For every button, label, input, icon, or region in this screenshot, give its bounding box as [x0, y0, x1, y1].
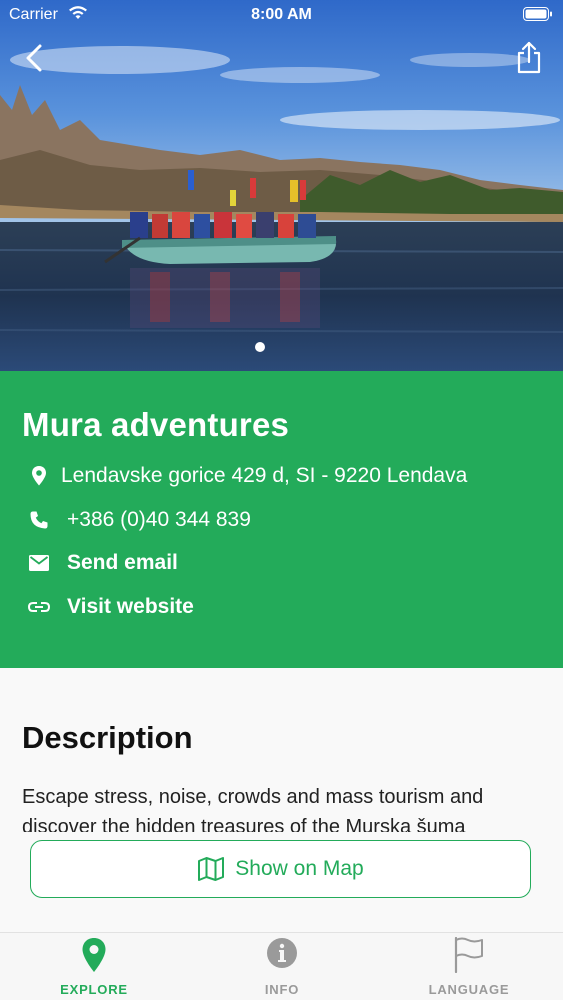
tab-language-label: LANGUAGE [428, 982, 510, 997]
place-title: Mura adventures [22, 406, 290, 443]
chevron-left-icon [26, 44, 42, 72]
show-on-map-label: Show on Map [235, 857, 364, 880]
back-button[interactable] [18, 40, 54, 76]
carousel-page-dot[interactable] [255, 342, 265, 352]
location-pin-icon [28, 465, 50, 487]
pin-icon [82, 938, 106, 972]
phone-row[interactable]: +386 (0)40 344 839 [28, 505, 251, 535]
description-text: Escape stress, noise, crowds and mass to… [22, 786, 484, 832]
hero-image-carousel[interactable]: Carrier 8:00 AM [0, 0, 563, 371]
map-icon [197, 855, 225, 883]
share-button[interactable] [511, 40, 547, 76]
mail-icon [28, 552, 50, 574]
flag-icon [454, 937, 483, 973]
description-heading: Description [22, 720, 193, 755]
phone-number: +386 (0)40 344 839 [67, 508, 251, 531]
tab-explore-label: EXPLORE [60, 982, 128, 997]
show-on-map-button[interactable]: Show on Map [30, 840, 531, 898]
battery-icon [523, 7, 552, 21]
address-text: Lendavske gorice 429 d, SI - 9220 Lendav… [61, 464, 468, 487]
website-row[interactable]: Visit website [28, 592, 194, 622]
info-icon [267, 938, 297, 968]
address-row[interactable]: Lendavske gorice 429 d, SI - 9220 Lendav… [28, 461, 467, 491]
status-bar: Carrier 8:00 AM [0, 0, 563, 30]
tab-info[interactable]: INFO [188, 933, 376, 1001]
share-icon [517, 41, 541, 74]
tab-explore[interactable]: EXPLORE [0, 933, 188, 1001]
phone-icon [28, 509, 50, 531]
hero-photo [0, 0, 563, 371]
link-icon [28, 596, 50, 618]
send-email-link[interactable]: Send email [67, 551, 178, 575]
email-row[interactable]: Send email [28, 548, 178, 578]
tab-bar: EXPLORE INFO LANGUAGE [0, 932, 563, 1000]
place-info-card: Mura adventures Lendavske gorice 429 d, … [0, 371, 563, 668]
status-time: 8:00 AM [251, 6, 312, 23]
visit-website-link[interactable]: Visit website [67, 595, 194, 619]
tab-info-label: INFO [264, 982, 300, 997]
tab-language[interactable]: LANGUAGE [375, 933, 563, 1001]
